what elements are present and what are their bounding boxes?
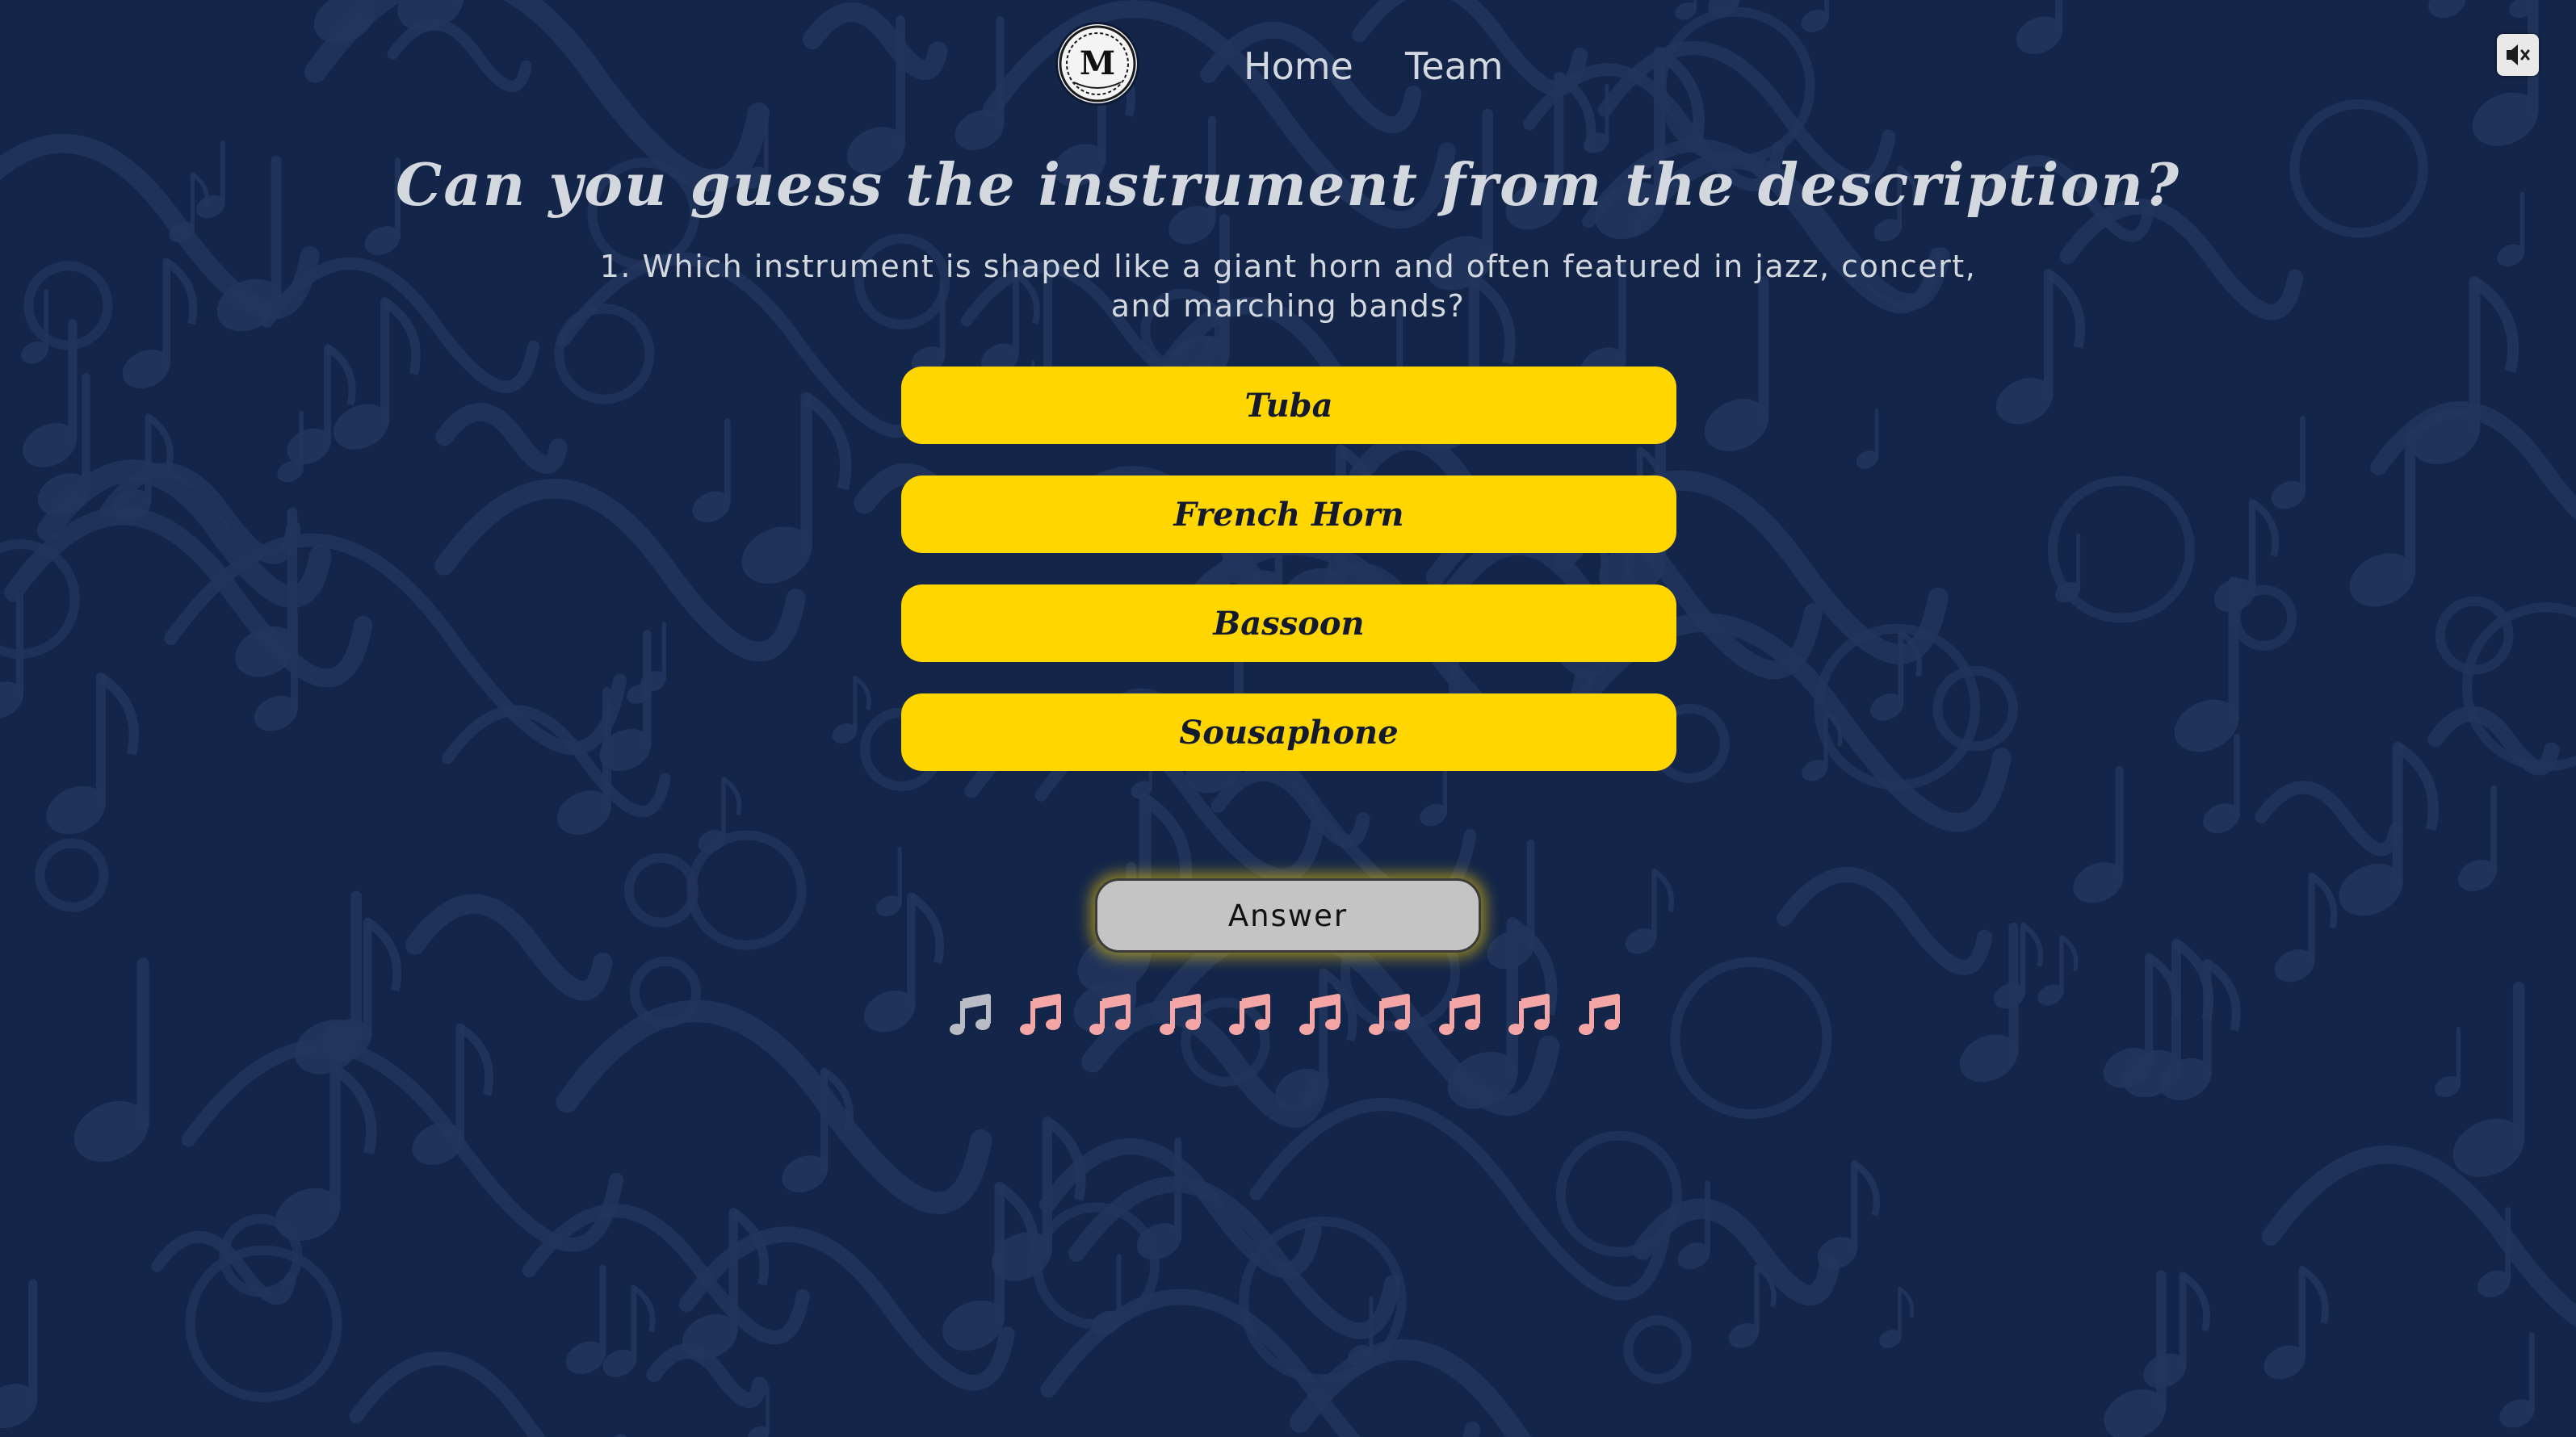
- option-bassoon[interactable]: Bassoon: [901, 584, 1676, 662]
- music-note-icon: [1086, 991, 1138, 1040]
- music-note-icon: [1156, 991, 1208, 1040]
- music-note-icon: [1296, 991, 1348, 1040]
- option-tuba[interactable]: Tuba: [901, 367, 1676, 444]
- answer-button[interactable]: Answer: [1095, 878, 1481, 953]
- nav-home-link[interactable]: Home: [1244, 40, 1353, 92]
- option-french-horn[interactable]: French Horn: [901, 476, 1676, 553]
- logo-emblem-icon: M: [1059, 25, 1136, 103]
- mute-button[interactable]: [2497, 34, 2539, 76]
- site-logo[interactable]: M: [1058, 24, 1137, 103]
- music-note-icon: [1575, 991, 1627, 1040]
- quiz-title: Can you guess the instrument from the de…: [395, 150, 2181, 219]
- answer-options: Tuba French Horn Bassoon Sousaphone: [901, 367, 1676, 802]
- music-note-icon: [1226, 991, 1278, 1040]
- logo-letter: M: [1080, 44, 1115, 82]
- music-note-icon: [1505, 991, 1557, 1040]
- music-note-icon: [1436, 991, 1487, 1040]
- speaker-muted-icon: [2507, 44, 2530, 65]
- music-note-icon: [946, 991, 998, 1040]
- question-text: 1. Which instrument is shaped like a gia…: [599, 249, 1977, 324]
- music-note-icon: [1366, 991, 1417, 1040]
- nav-team-link[interactable]: Team: [1405, 40, 1504, 92]
- music-note-icon: [1017, 991, 1068, 1040]
- option-sousaphone[interactable]: Sousaphone: [901, 693, 1676, 771]
